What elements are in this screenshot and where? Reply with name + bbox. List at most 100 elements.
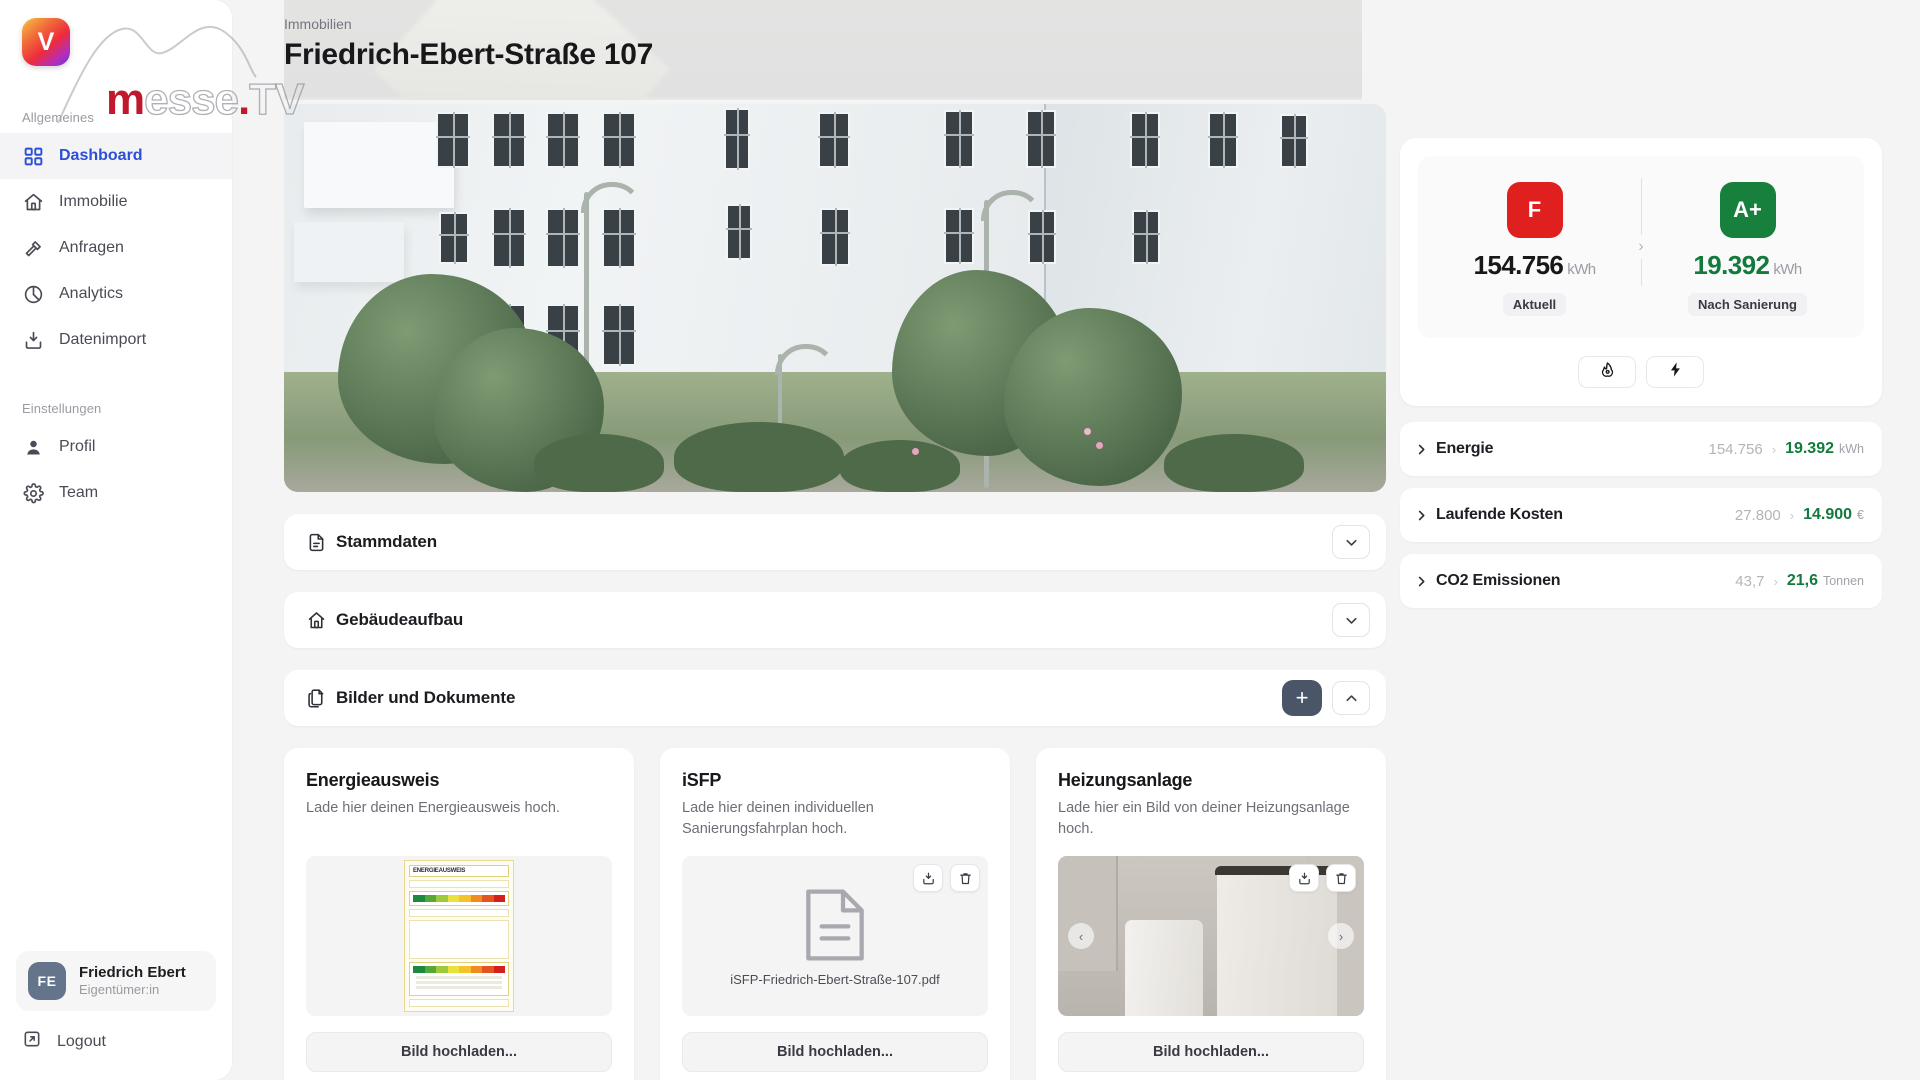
metric-row-co2-emissionen[interactable]: CO2 Emissionen 43,7 › 21,6 Tonnen [1400, 554, 1882, 608]
brand: V [0, 0, 232, 66]
property-hero-image [284, 104, 1386, 492]
user-role: Eigentümer:in [79, 982, 160, 998]
accordion-stammdaten[interactable]: Stammdaten [284, 514, 1386, 570]
metric-unit: € [1857, 508, 1864, 522]
logout-icon [22, 1029, 42, 1054]
accordion-title: Bilder und Dokumente [336, 688, 516, 707]
trash-icon[interactable] [1326, 864, 1356, 893]
logout-button[interactable]: Logout [0, 1019, 232, 1080]
sidebar: V Allgemeines Dashboard Immobilie Anfrag… [0, 0, 305, 1080]
thumbnail-actions [1289, 864, 1356, 893]
card-heizungsanlage: Heizungsanlage Lade hier ein Bild von de… [1036, 748, 1386, 1080]
page-header: Immobilien Friedrich-Ebert-Straße 107 [284, 0, 1362, 100]
metric-old-value: 154.756 [1708, 440, 1763, 458]
sidebar-item-analytics[interactable]: Analytics [0, 271, 232, 317]
nav-group-label-settings: Einstellungen [22, 401, 102, 416]
sidebar-item-label: Profil [59, 438, 96, 455]
card-description: Lade hier deinen Energieausweis hoch. [306, 800, 560, 816]
carousel-next-icon[interactable]: › [1328, 923, 1354, 950]
upload-button[interactable]: Bild hochladen... [306, 1032, 612, 1072]
sidebar-item-label: Dashboard [59, 147, 143, 164]
chevron-up-icon[interactable] [1332, 681, 1370, 715]
user-profile-card[interactable]: FE Friedrich Ebert Eigentümer:in [16, 951, 216, 1011]
chevron-down-icon[interactable] [1332, 525, 1370, 559]
metric-separator: › [1789, 507, 1795, 523]
metric-separator: › [1771, 441, 1777, 457]
metric-row-laufende-kosten[interactable]: Laufende Kosten 27.800 › 14.900 € [1400, 488, 1882, 542]
home-icon [22, 191, 44, 213]
heating-photo-thumbnail[interactable]: ‹ › [1058, 856, 1364, 1017]
heating-fuel-toggle[interactable] [1578, 356, 1636, 388]
sidebar-item-team[interactable]: Team [0, 470, 232, 516]
app-logo[interactable]: V [22, 18, 70, 66]
accordion-gebaeudeaufbau[interactable]: Gebäudeaufbau [284, 592, 1386, 648]
metric-row-energie[interactable]: Energie 154.756 › 19.392 kWh [1400, 422, 1882, 476]
sidebar-item-label: Datenimport [59, 331, 147, 348]
sidebar-item-dashboard[interactable]: Dashboard [0, 133, 232, 179]
grid-icon [22, 145, 44, 167]
breadcrumb[interactable]: Immobilien [284, 16, 1362, 32]
metric-new-value: 21,6 [1786, 572, 1818, 589]
metric-old-value: 43,7 [1735, 572, 1765, 590]
download-icon[interactable] [913, 864, 943, 893]
sidebar-item-immobilie[interactable]: Immobilie [0, 179, 232, 225]
sidebar-item-anfragen[interactable]: Anfragen [0, 225, 232, 271]
building-icon [306, 610, 336, 631]
flame-icon [1599, 361, 1616, 383]
energy-summary-card: › F 154.756 kWh Aktuell A+ 19.392 kWh Na… [1400, 138, 1882, 406]
trash-icon[interactable] [950, 864, 980, 893]
bolt-icon [1667, 361, 1684, 383]
upload-button[interactable]: Bild hochladen... [1058, 1032, 1364, 1073]
sidebar-item-profil[interactable]: Profil [0, 424, 232, 470]
upload-button[interactable]: Bild hochladen... [682, 1032, 988, 1073]
energy-comparison: › F 154.756 kWh Aktuell A+ 19.392 kWh Na… [1418, 156, 1864, 338]
metric-old-value: 27.800 [1734, 506, 1781, 524]
sidebar-item-label: Anfragen [59, 239, 124, 256]
avatar: FE [28, 962, 66, 1000]
metric-name: Energie [1436, 440, 1494, 457]
metric-unit: Tonnen [1822, 574, 1864, 588]
metric-new-value: 19.392 [1785, 440, 1834, 457]
documents-icon [306, 688, 336, 709]
add-document-button[interactable]: + [1282, 680, 1322, 716]
metric-name: Laufende Kosten [1436, 506, 1563, 523]
energy-value-current-number: 154.756 [1473, 250, 1564, 280]
card-description: Lade hier ein Bild von deiner Heizungsan… [1058, 800, 1350, 838]
energy-grade-after: A+ [1719, 182, 1776, 238]
nav-group-label-general: Allgemeines [22, 110, 94, 125]
sidebar-item-label: Analytics [59, 285, 124, 302]
energy-source-toggles [1418, 356, 1864, 388]
card-title: iSFP [682, 770, 722, 790]
right-column: › F 154.756 kWh Aktuell A+ 19.392 kWh Na… [1362, 0, 1920, 1080]
electricity-toggle[interactable] [1646, 356, 1704, 388]
page-title: Friedrich-Ebert-Straße 107 [284, 38, 653, 71]
thumbnail-actions [913, 864, 980, 893]
certificate-heading: ENERGIEAUSWEIS [409, 865, 509, 877]
metric-name: CO2 Emissionen [1436, 572, 1561, 589]
chevron-right-icon [1414, 442, 1436, 457]
certificate-preview: ENERGIEAUSWEIS [404, 860, 514, 1012]
energy-value-after: 19.392 kWh [1693, 250, 1802, 281]
chevron-right-icon [1414, 508, 1436, 523]
chevron-down-icon[interactable] [1332, 603, 1370, 637]
logout-label: Logout [57, 1032, 106, 1050]
metric-separator: › [1773, 573, 1778, 589]
energy-unit-after: kWh [1773, 261, 1802, 278]
content-column: Immobilien Friedrich-Ebert-Straße 107 St… [232, 0, 1386, 1080]
card-energieausweis: Energieausweis Lade hier deinen Energiea… [284, 748, 634, 1080]
card-title: Heizungsanlage [1058, 770, 1193, 790]
sidebar-item-datenimport[interactable]: Datenimport [0, 317, 232, 363]
energy-grade-current: F [1506, 182, 1563, 238]
file-icon [806, 889, 864, 960]
chevron-right-icon [1414, 574, 1436, 589]
file-name: iSFP-Friedrich-Ebert-Straße-107.pdf [730, 971, 940, 987]
energy-certificate-thumbnail[interactable]: ENERGIEAUSWEIS [306, 856, 612, 1016]
isfp-pdf-thumbnail[interactable]: iSFP-Friedrich-Ebert-Straße-107.pdf [682, 856, 988, 1017]
sidebar-item-label: Team [59, 484, 99, 501]
download-icon[interactable] [1289, 864, 1319, 893]
metric-new-value: 14.900 [1803, 506, 1853, 523]
carousel-prev-icon[interactable]: ‹ [1068, 923, 1094, 950]
energy-label-after: Nach Sanierung [1688, 293, 1807, 316]
accordion-bilder-und-dokumente[interactable]: Bilder und Dokumente + [284, 670, 1386, 726]
